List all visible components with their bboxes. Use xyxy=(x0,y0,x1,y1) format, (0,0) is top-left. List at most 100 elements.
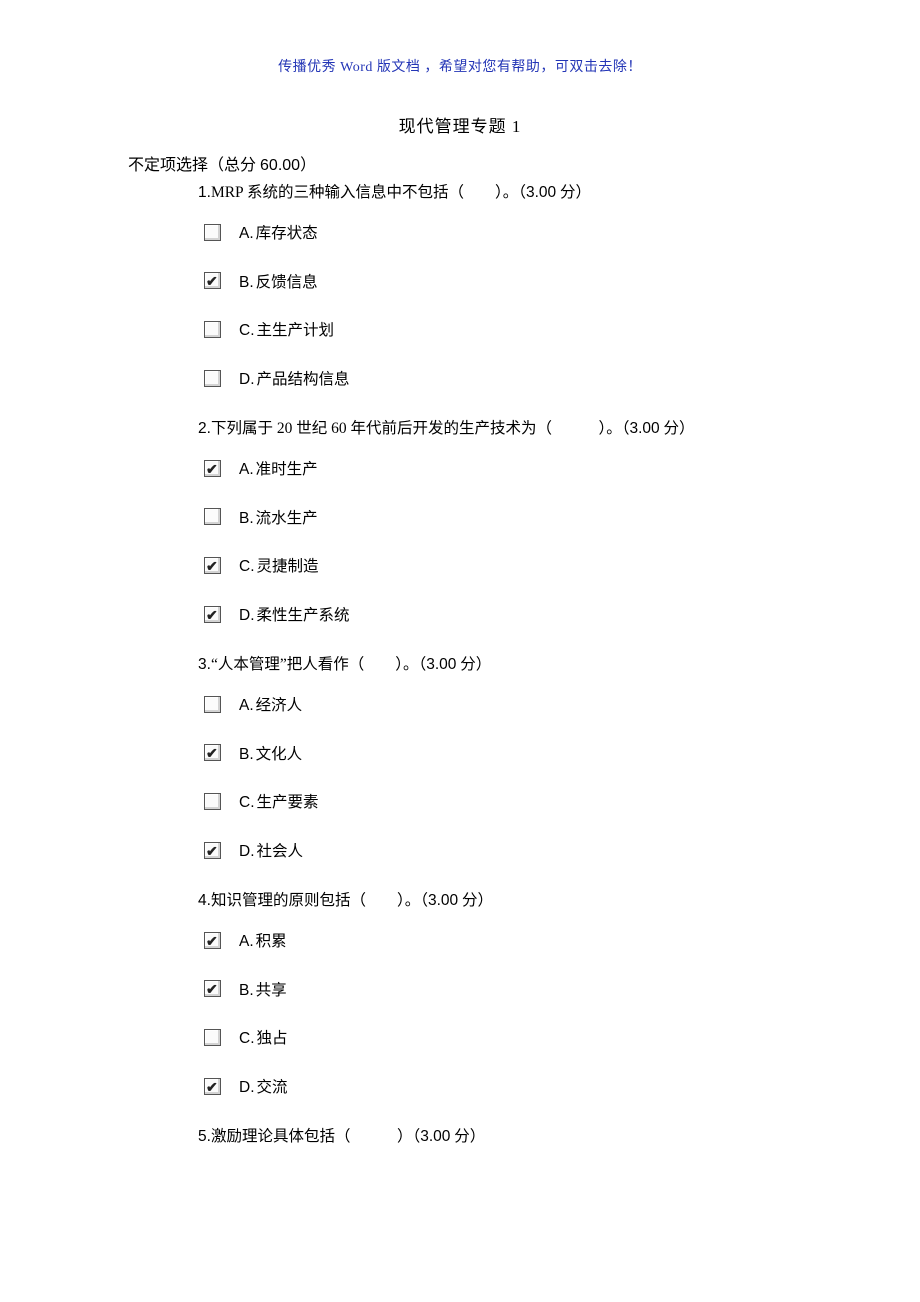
option-text: 柔性生产系统 xyxy=(257,604,350,629)
option-text: 主生产计划 xyxy=(257,319,335,344)
question-points-suffix: 分） xyxy=(660,420,695,437)
option-text: 交流 xyxy=(257,1076,288,1101)
option-text: 共享 xyxy=(256,979,287,1004)
question-text: 4.知识管理的原则包括（ ）。（3.00 分） xyxy=(198,889,820,914)
question-number: 4. xyxy=(198,892,211,909)
question-points: 3.00 xyxy=(629,420,659,437)
section-suffix: ） xyxy=(300,157,316,174)
option-checkbox[interactable] xyxy=(204,1029,221,1046)
question-stem: 下列属于 20 世纪 60 年代前后开发的生产技术为（ ）。（ xyxy=(211,420,630,437)
option-checkbox[interactable] xyxy=(204,224,221,241)
option-row: B. 共享 xyxy=(204,977,820,1002)
question-points-suffix: 分） xyxy=(556,184,591,201)
option-letter: D. xyxy=(239,840,255,865)
question-points-suffix: 分） xyxy=(458,892,493,909)
question-stem: 知识管理的原则包括（ ）。（ xyxy=(211,892,428,909)
document-title: 现代管理专题 1 xyxy=(0,112,920,137)
option-row: D. 交流 xyxy=(204,1074,820,1099)
option-row: C. 生产要素 xyxy=(204,789,820,814)
option-row: A. 准时生产 xyxy=(204,456,820,481)
questions-container: 1.MRP 系统的三种输入信息中不包括（ ）。（3.00 分）A. 库存状态B.… xyxy=(0,181,920,1150)
question-number: 3. xyxy=(198,656,211,673)
option-checkbox[interactable] xyxy=(204,272,221,289)
option-row: B. 文化人 xyxy=(204,741,820,766)
question-stem: 激励理论具体包括（ ）（ xyxy=(211,1128,420,1145)
question-block: 5.激励理论具体包括（ ）（3.00 分） xyxy=(198,1125,820,1150)
question-number: 2. xyxy=(198,420,211,437)
question-points: 3.00 xyxy=(526,184,556,201)
option-checkbox[interactable] xyxy=(204,508,221,525)
document-page: 传播优秀 Word 版文档 ，希望对您有帮助，可双击去除！ 现代管理专题 1 不… xyxy=(0,0,920,1216)
option-checkbox[interactable] xyxy=(204,606,221,623)
option-row: A. 积累 xyxy=(204,928,820,953)
question-points-suffix: 分） xyxy=(450,1128,485,1145)
question-number: 5. xyxy=(198,1128,211,1145)
option-row: C. 独占 xyxy=(204,1025,820,1050)
option-checkbox[interactable] xyxy=(204,980,221,997)
option-checkbox[interactable] xyxy=(204,696,221,713)
question-text: 3.“人本管理”把人看作（ ）。（3.00 分） xyxy=(198,653,820,678)
option-text: 经济人 xyxy=(256,694,303,719)
question-points: 3.00 xyxy=(428,892,458,909)
option-row: A. 经济人 xyxy=(204,692,820,717)
option-letter: C. xyxy=(239,555,255,580)
option-letter: C. xyxy=(239,791,255,816)
option-letter: C. xyxy=(239,1027,255,1052)
option-text: 产品结构信息 xyxy=(257,368,350,393)
option-text: 积累 xyxy=(256,930,287,955)
option-text: 独占 xyxy=(257,1027,288,1052)
option-text: 生产要素 xyxy=(257,791,319,816)
question-block: 2.下列属于 20 世纪 60 年代前后开发的生产技术为（ ）。（3.00 分）… xyxy=(198,417,820,627)
option-letter: A. xyxy=(239,222,254,247)
option-letter: B. xyxy=(239,979,254,1004)
option-letter: A. xyxy=(239,930,254,955)
question-text: 1.MRP 系统的三种输入信息中不包括（ ）。（3.00 分） xyxy=(198,181,820,206)
option-text: 反馈信息 xyxy=(256,271,318,296)
option-letter: B. xyxy=(239,271,254,296)
question-number: 1. xyxy=(198,184,211,201)
question-block: 3.“人本管理”把人看作（ ）。（3.00 分）A. 经济人B. 文化人C. 生… xyxy=(198,653,820,863)
section-score: 60.00 xyxy=(260,157,300,174)
section-title: 不定项选择（总分 60.00） xyxy=(128,151,920,175)
option-letter: D. xyxy=(239,604,255,629)
option-checkbox[interactable] xyxy=(204,557,221,574)
question-points: 3.00 xyxy=(420,1128,450,1145)
option-row: B. 流水生产 xyxy=(204,505,820,530)
option-letter: C. xyxy=(239,319,255,344)
option-checkbox[interactable] xyxy=(204,932,221,949)
question-block: 1.MRP 系统的三种输入信息中不包括（ ）。（3.00 分）A. 库存状态B.… xyxy=(198,181,820,391)
option-checkbox[interactable] xyxy=(204,321,221,338)
option-checkbox[interactable] xyxy=(204,1078,221,1095)
question-text: 5.激励理论具体包括（ ）（3.00 分） xyxy=(198,1125,820,1150)
question-block: 4.知识管理的原则包括（ ）。（3.00 分）A. 积累B. 共享C. 独占D.… xyxy=(198,889,820,1099)
question-stem: “人本管理”把人看作（ ）。（ xyxy=(211,656,426,673)
option-checkbox[interactable] xyxy=(204,744,221,761)
option-letter: B. xyxy=(239,507,254,532)
section-prefix: 不定项选择（总分 xyxy=(128,157,260,174)
option-text: 准时生产 xyxy=(256,458,318,483)
option-letter: A. xyxy=(239,694,254,719)
option-row: C. 主生产计划 xyxy=(204,317,820,342)
option-letter: D. xyxy=(239,368,255,393)
option-letter: D. xyxy=(239,1076,255,1101)
option-checkbox[interactable] xyxy=(204,460,221,477)
question-points-suffix: 分） xyxy=(456,656,491,673)
option-text: 社会人 xyxy=(257,840,304,865)
option-row: D. 柔性生产系统 xyxy=(204,602,820,627)
option-letter: A. xyxy=(239,458,254,483)
option-text: 灵捷制造 xyxy=(257,555,319,580)
option-checkbox[interactable] xyxy=(204,370,221,387)
option-checkbox[interactable] xyxy=(204,842,221,859)
option-letter: B. xyxy=(239,743,254,768)
question-stem: MRP 系统的三种输入信息中不包括（ ）。（ xyxy=(211,184,526,201)
question-text: 2.下列属于 20 世纪 60 年代前后开发的生产技术为（ ）。（3.00 分） xyxy=(198,417,820,442)
option-row: D. 社会人 xyxy=(204,838,820,863)
option-row: D. 产品结构信息 xyxy=(204,366,820,391)
header-note: 传播优秀 Word 版文档 ，希望对您有帮助，可双击去除！ xyxy=(0,56,920,76)
option-row: C. 灵捷制造 xyxy=(204,553,820,578)
option-text: 库存状态 xyxy=(256,222,318,247)
question-points: 3.00 xyxy=(426,656,456,673)
option-row: B. 反馈信息 xyxy=(204,269,820,294)
option-text: 文化人 xyxy=(256,743,303,768)
option-checkbox[interactable] xyxy=(204,793,221,810)
